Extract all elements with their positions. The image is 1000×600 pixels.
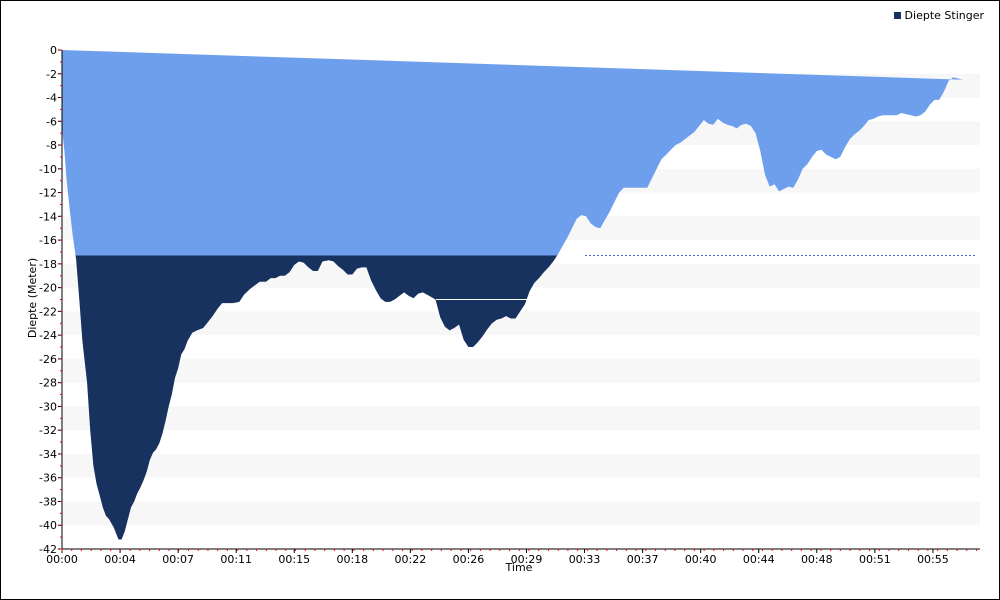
grid-band — [62, 501, 980, 526]
x-tick-label: 00:04 — [104, 553, 136, 566]
legend-label: Diepte Stinger — [904, 9, 984, 22]
x-axis-title: Time — [505, 561, 533, 574]
x-tick-label: 00:44 — [743, 553, 775, 566]
grid-band — [62, 406, 980, 431]
y-tick-label: -38 — [39, 495, 57, 508]
depth-chart: 0 -2 -4 -6 -8 -10 -12 -14 -16 -18 -20 -22 -24 -26 -28 -… — [26, 44, 980, 574]
y-tick-label: -40 — [39, 519, 57, 532]
y-tick-label: -4 — [46, 92, 57, 105]
x-tick-label: 00:22 — [395, 553, 427, 566]
y-axis-title: Diepte (Meter) — [26, 258, 39, 338]
y-tick-label: -14 — [39, 210, 57, 223]
x-tick-label: 00:15 — [278, 553, 310, 566]
y-tick-label: -22 — [39, 305, 57, 318]
grid-band — [62, 358, 980, 383]
y-tick-label: -10 — [39, 163, 57, 176]
x-tick-label: 00:00 — [46, 553, 78, 566]
legend: Diepte Stinger — [893, 9, 984, 22]
y-tick-label: -8 — [46, 139, 57, 152]
y-tick-label: -34 — [39, 448, 57, 461]
y-tick-label: -2 — [46, 68, 57, 81]
y-tick-label: -12 — [39, 187, 57, 200]
y-tick-label: -20 — [39, 282, 57, 295]
legend-swatch — [893, 12, 901, 19]
x-tick-label: 00:55 — [917, 553, 949, 566]
x-tick-label: 00:51 — [859, 553, 891, 566]
y-tick-label: -24 — [39, 329, 57, 342]
y-tick-label: 0 — [50, 44, 57, 57]
y-tick-label: -18 — [39, 258, 57, 271]
y-tick-label: -6 — [46, 115, 57, 128]
x-tick-label: 00:07 — [162, 553, 194, 566]
x-tick-label: 00:18 — [336, 553, 368, 566]
y-tick-label: -26 — [39, 353, 57, 366]
y-tick-label: -30 — [39, 400, 57, 413]
x-tick-label: 00:33 — [569, 553, 601, 566]
y-tick-label: -36 — [39, 472, 57, 485]
x-tick-label: 00:37 — [627, 553, 659, 566]
x-tick-label: 00:48 — [801, 553, 833, 566]
y-tick-label: -32 — [39, 424, 57, 437]
y-axis-ticks: 0 -2 -4 -6 -8 -10 -12 -14 -16 -18 -20 -22 -24 -26 -28 -… — [39, 44, 62, 556]
y-tick-label: -28 — [39, 377, 57, 390]
x-tick-label: 00:11 — [220, 553, 252, 566]
x-tick-label: 00:26 — [453, 553, 485, 566]
x-tick-label: 00:40 — [685, 553, 717, 566]
y-tick-label: -16 — [39, 234, 57, 247]
grid-band — [62, 453, 980, 478]
